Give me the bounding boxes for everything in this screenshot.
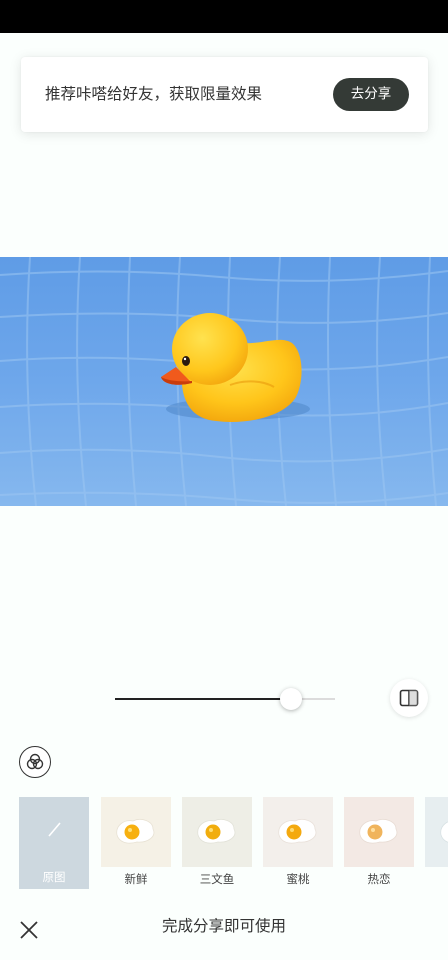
filter-label: 蜜桃 [286, 872, 310, 886]
status-bar [0, 0, 448, 33]
filter-thumbnail [425, 797, 448, 867]
intensity-slider[interactable] [115, 686, 335, 712]
filter-original[interactable]: 原图 [19, 797, 89, 891]
filter-romance[interactable]: 热恋 [344, 797, 414, 891]
filter-peach[interactable]: 蜜桃 [263, 797, 333, 891]
share-banner: 推荐咔嗒给好友，获取限量效果 去分享 [21, 57, 428, 132]
filter-label: 原图 [42, 870, 66, 884]
filter-salmon[interactable]: 三文鱼 [182, 797, 252, 891]
slider-fill [115, 698, 291, 700]
filter-label: 热恋 [367, 872, 391, 886]
filter-thumbnail [182, 797, 252, 867]
compare-icon [399, 689, 419, 707]
compare-button[interactable] [390, 679, 428, 717]
filter-label: 新鲜 [124, 872, 148, 886]
filter-thumbnail [101, 797, 171, 867]
filter-fresh[interactable]: 新鲜 [101, 797, 171, 891]
photo-preview [0, 257, 448, 506]
blend-button[interactable] [19, 746, 51, 778]
slash-icon [48, 822, 61, 837]
slider-thumb[interactable] [280, 688, 302, 710]
filter-thumbnail [263, 797, 333, 867]
finish-share-text: 完成分享即可使用 [161, 917, 286, 935]
share-button[interactable]: 去分享 [333, 78, 409, 111]
blend-circles-icon [26, 753, 44, 770]
filter-next[interactable] [425, 797, 448, 891]
filter-thumbnail [344, 797, 414, 867]
filter-label: 三文鱼 [199, 872, 235, 886]
share-banner-text: 推荐咔嗒给好友，获取限量效果 [45, 85, 263, 103]
filter-strip: 原图 新鲜 三文鱼 蜜桃 热恋 [19, 797, 448, 893]
